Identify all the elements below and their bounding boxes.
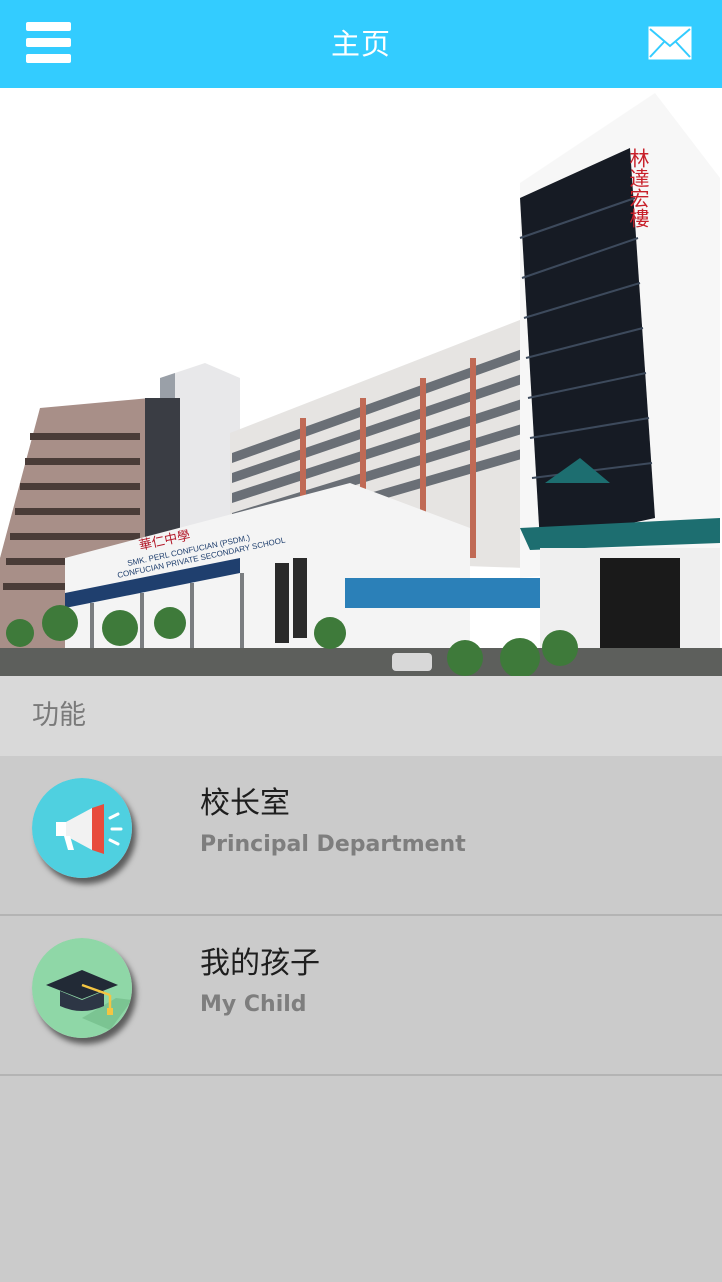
svg-text:林達宏樓: 林達宏樓 — [626, 148, 650, 228]
school-banner-image: 華仁中學 SMK. PERL CONFUCIAN (PSDM.) CONFUCI… — [0, 88, 722, 676]
school-building-illustration: 華仁中學 SMK. PERL CONFUCIAN (PSDM.) CONFUCI… — [0, 93, 722, 676]
list-item-subtitle: Principal Department — [200, 832, 466, 857]
list-item-title: 我的孩子 — [200, 946, 320, 981]
list-item-title: 校长室 — [200, 786, 290, 821]
section-title: 功能 — [32, 700, 86, 731]
list-item-subtitle: My Child — [200, 992, 307, 1017]
mail-icon[interactable] — [648, 26, 692, 60]
graduation-cap-icon — [32, 938, 132, 1038]
list-item-my-child[interactable]: 我的孩子 My Child — [0, 916, 722, 1076]
list-item-principal[interactable]: 校长室 Principal Department — [0, 756, 722, 916]
section-header: 功能 — [0, 676, 722, 756]
app-bar: 主页 — [0, 0, 722, 88]
page-title: 主页 — [330, 27, 391, 61]
megaphone-icon — [32, 778, 132, 878]
